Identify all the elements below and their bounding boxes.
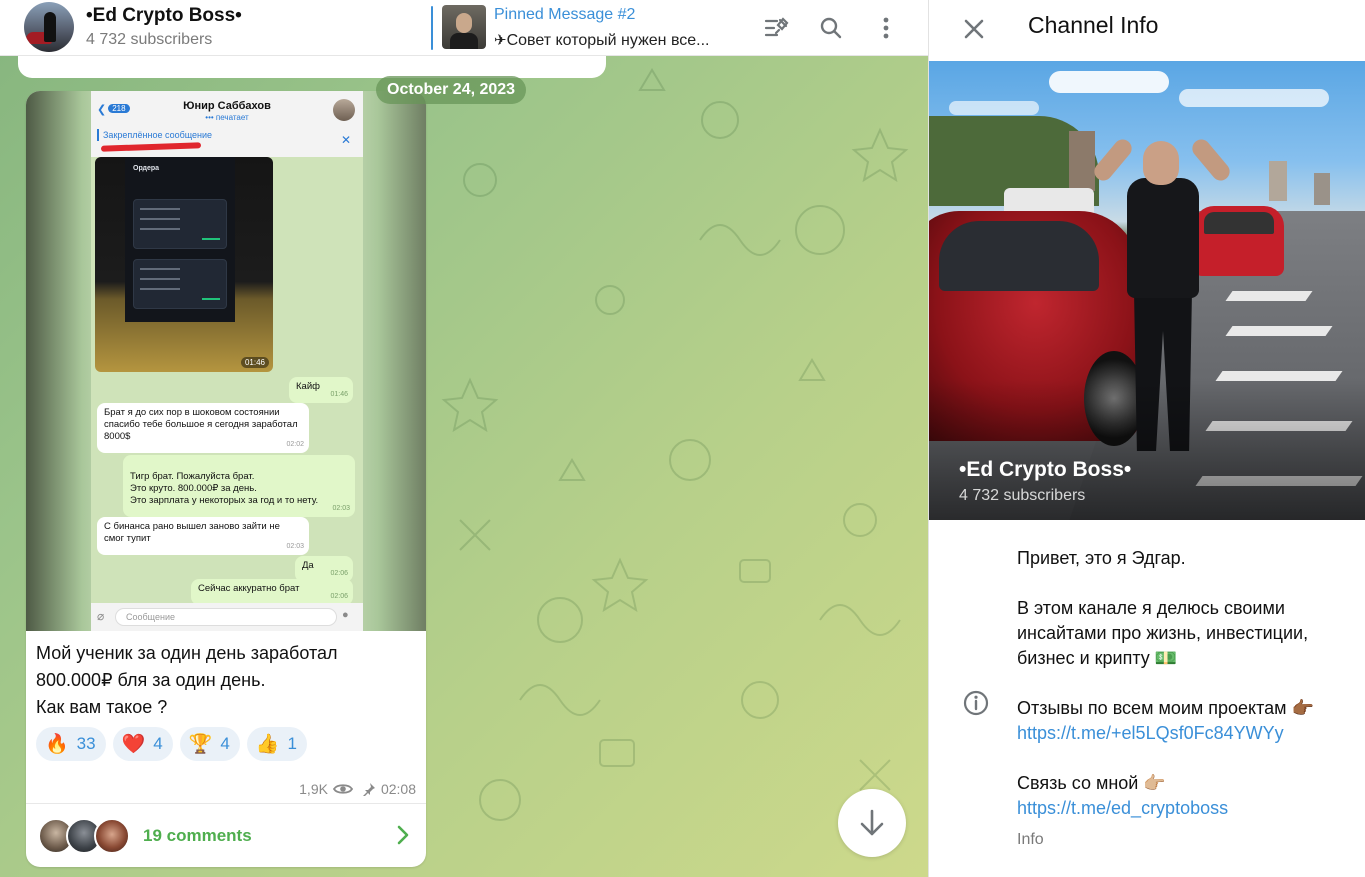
screenshot-close-icon: ✕ [341, 133, 352, 147]
reactions-row: 🔥 33 ❤️ 4 🏆 4 👍 1 [36, 727, 308, 761]
chat-panel: •Ed Crypto Boss• 4 732 subscribers Pinne… [0, 0, 928, 877]
description-contact: Связь со мной 👉🏼 https://t.me/ed_cryptob… [1017, 771, 1357, 821]
post-caption-line: 800.000₽ бля за один день. [36, 670, 266, 690]
pinned-indicator [431, 6, 433, 50]
screenshot-attach-icon: ⌀ [97, 609, 105, 623]
reviews-label: Отзывы по всем моим проектам 👉🏾 [1017, 698, 1314, 718]
screenshot-input-bar: ⌀ Сообщение ● [91, 603, 363, 631]
screenshot-contact-status: ••• печатает [205, 113, 249, 122]
screenshot-message: Брат я до сих пор в шоковом состоянии сп… [97, 403, 309, 453]
close-button[interactable] [959, 14, 989, 44]
commenter-avatar [94, 818, 130, 854]
post-caption-line: Мой ученик за один день заработал [36, 643, 338, 663]
scroll-down-button[interactable] [838, 789, 906, 857]
pinned-message-title[interactable]: Pinned Message #2 [494, 6, 635, 24]
pinned-message-snippet: Совет который нужен все... [506, 32, 710, 49]
pinned-thumbnail[interactable] [442, 5, 486, 49]
screenshot-avatar [333, 99, 355, 121]
screenshot-input-field: Сообщение [115, 608, 337, 626]
profile-channel-name: •Ed Crypto Boss• [959, 458, 1132, 481]
post-meta: 1,9K 02:08 [299, 781, 416, 797]
post-caption: Мой ученик за один день заработал 800.00… [36, 640, 338, 721]
reaction-count: 33 [76, 734, 96, 753]
screenshot-mic-icon: ● [342, 609, 349, 621]
comments-count: 19 comments [143, 826, 252, 845]
fire-emoji: 🔥 [45, 733, 69, 755]
contact-link[interactable]: https://t.me/ed_cryptoboss [1017, 798, 1228, 818]
screenshot-pinned-label: Закреплённое сообщение [97, 129, 212, 141]
info-icon [963, 690, 989, 716]
date-separator: October 24, 2023 [376, 76, 527, 104]
screenshot-photo-time: 01:46 [240, 357, 269, 368]
post-image[interactable]: ❮ 218 Юнир Саббахов ••• печатает Закреплё… [26, 91, 426, 631]
heart-emoji: ❤️ [121, 733, 146, 755]
screenshot-header: ❮ 218 Юнир Саббахов ••• печатает Закреплё… [91, 91, 363, 157]
channel-info-panel: Channel Info •Ed Crypto Boss• 4 732 subs… [928, 0, 1365, 877]
channel-post: ❮ 218 Юнир Саббахов ••• печатает Закреплё… [26, 91, 426, 867]
info-section-label: Info [1017, 831, 1044, 848]
arrow-down-icon [860, 809, 884, 836]
screenshot-contact-name: Юнир Саббахов [183, 100, 271, 112]
channel-avatar[interactable] [24, 2, 74, 52]
screenshot-monitor: Ордера [125, 157, 235, 322]
pinned-message-text[interactable]: ✈Совет который нужен все... [494, 31, 710, 50]
reaction-count: 4 [220, 734, 230, 753]
channel-description: Привет, это я Эдгар. В этом канале я дел… [1017, 546, 1357, 821]
pin-icon [362, 783, 375, 796]
channel-info-title: Channel Info [1028, 12, 1159, 38]
order-card [133, 259, 227, 309]
screenshot-message: Сейчас аккуратно брат 02:06 [191, 579, 353, 605]
views-count: 1,9K [299, 781, 328, 797]
reaction-fire[interactable]: 🔥 33 [36, 727, 106, 761]
reaction-thumbs-up[interactable]: 👍 1 [246, 727, 308, 761]
profile-subscribers: 4 732 subscribers [959, 487, 1086, 504]
reaction-count: 4 [153, 734, 163, 753]
order-card [133, 199, 227, 249]
trophy-emoji: 🏆 [188, 733, 213, 755]
reaction-heart[interactable]: ❤️ 4 [112, 727, 173, 761]
contact-label: Связь со мной 👉🏼 [1017, 773, 1166, 793]
thumbs-up-emoji: 👍 [255, 733, 280, 755]
comments-button[interactable]: 19 comments [26, 803, 426, 867]
reaction-trophy[interactable]: 🏆 4 [179, 727, 240, 761]
screenshot-message: С бинанса рано вышел заново зайти не смо… [97, 517, 309, 555]
description-greeting: Привет, это я Эдгар. [1017, 548, 1186, 568]
post-caption-line: Как вам такое ? [36, 697, 168, 717]
screenshot-message: Тигр брат. Пожалуйста брат. Это круто. 8… [123, 455, 355, 517]
chat-header: •Ed Crypto Boss• 4 732 subscribers Pinne… [0, 0, 928, 56]
screenshot-redaction [100, 142, 202, 152]
eye-icon [332, 784, 353, 794]
screenshot-message: Кайф 01:46 [289, 377, 353, 403]
close-icon [964, 19, 984, 39]
channel-subscribers: 4 732 subscribers [86, 31, 213, 48]
post-time: 02:08 [380, 781, 416, 797]
screenshot-photo: Ордера 01:46 [95, 157, 273, 372]
screenshot-screen-title: Ордера [133, 165, 160, 172]
channel-title[interactable]: •Ed Crypto Boss• [86, 5, 242, 27]
plane-emoji: ✈ [494, 32, 507, 49]
description-reviews: Отзывы по всем моим проектам 👉🏾 https://… [1017, 696, 1357, 746]
reaction-count: 1 [287, 734, 298, 753]
channel-profile-photo[interactable]: •Ed Crypto Boss• 4 732 subscribers [929, 61, 1365, 520]
reviews-link[interactable]: https://t.me/+el5LQsf0Fc84YWYy [1017, 723, 1284, 743]
screenshot-phone: ❮ 218 Юнир Саббахов ••• печатает Закреплё… [91, 91, 363, 631]
chevron-right-icon [397, 825, 409, 845]
pinned-list-icon[interactable] [763, 14, 791, 42]
search-icon[interactable] [817, 14, 845, 42]
channel-info-header: Channel Info [929, 0, 1365, 61]
more-menu-icon[interactable] [872, 14, 900, 42]
description-intro: В этом канале я делюсь своими инсайтами … [1017, 598, 1309, 668]
